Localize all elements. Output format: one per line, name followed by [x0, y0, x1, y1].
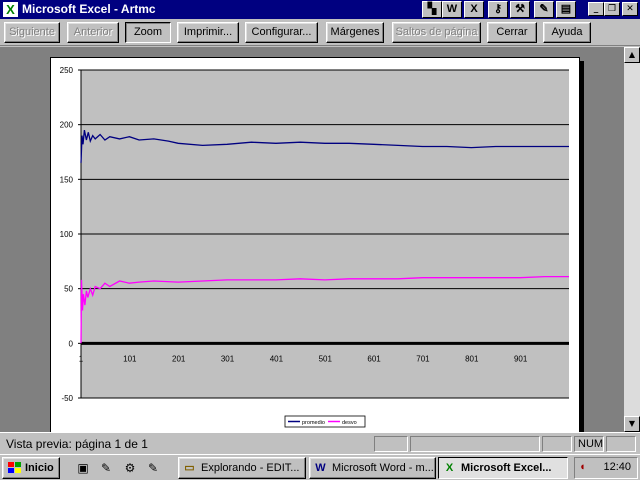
- x-tick-label: 601: [367, 354, 381, 363]
- toolbar-button-zoom[interactable]: Zoom: [125, 22, 171, 43]
- y-tick-label: 200: [60, 121, 74, 130]
- scroll-down-arrow-icon[interactable]: ▼: [624, 416, 640, 432]
- toolbar-button-imprimir[interactable]: Imprimir...: [177, 22, 239, 43]
- desktop-icon[interactable]: ▣: [74, 459, 92, 477]
- x-tick-label: 201: [172, 354, 186, 363]
- start-label: Inicio: [25, 462, 54, 474]
- x-tick-label: 1: [79, 354, 84, 363]
- x-tick-label: 501: [319, 354, 333, 363]
- key-icon[interactable]: ⚷: [488, 1, 508, 18]
- taskbar: Inicio ◖ 12:40 ▣ ✎ ⚙ ✎ ▭ Explorando - EDIT...…: [0, 454, 640, 480]
- start-button[interactable]: Inicio: [2, 457, 60, 479]
- wrench-icon[interactable]: ✎: [144, 459, 162, 477]
- preview-page[interactable]: -50 0 50 100 150 200 250 1 101 201 301 401 501 601 701…: [50, 57, 580, 477]
- x-tick-label: 401: [270, 354, 284, 363]
- word-w-icon: W: [315, 462, 326, 474]
- x-tick-label: 701: [416, 354, 430, 363]
- pencil-icon[interactable]: ✎: [534, 1, 554, 18]
- num-lock-indicator: NUM: [574, 436, 604, 452]
- excel-x-icon[interactable]: X: [3, 2, 18, 17]
- status-panel: [542, 436, 572, 452]
- restore-button[interactable]: ❐: [604, 2, 620, 16]
- y-tick-label: -50: [61, 394, 73, 403]
- toolbar-button-cerrar[interactable]: Cerrar: [487, 22, 537, 43]
- clock[interactable]: 12:40: [603, 461, 631, 473]
- toolbar-button-anterior[interactable]: Anterior: [67, 22, 119, 43]
- title-bar[interactable]: X Microsoft Excel - Artmc ▚ W X ⚷ ⚒ ✎ ▤ _ ❐ ✕: [0, 0, 640, 19]
- toolbar-button-configurar[interactable]: Configurar...: [245, 22, 318, 43]
- legend-label: promedio: [302, 420, 325, 426]
- tool-icon[interactable]: ⚒: [510, 1, 530, 18]
- y-tick-label: 0: [69, 339, 74, 348]
- windows-logo-icon: [8, 462, 21, 473]
- taskbar-button-2[interactable]: W Microsoft Word - m...: [309, 457, 436, 479]
- taskbar-button-label: Explorando - EDIT...: [201, 462, 300, 474]
- pdf-icon[interactable]: ▤: [556, 1, 576, 18]
- y-tick-label: 100: [60, 230, 74, 239]
- status-panel: [374, 436, 408, 452]
- window-title: Microsoft Excel - Artmc: [22, 2, 156, 16]
- minimize-button[interactable]: _: [588, 2, 604, 16]
- close-button[interactable]: ✕: [622, 2, 638, 16]
- x-tick-label: 801: [465, 354, 479, 363]
- print-preview-toolbar: Siguiente Anterior Zoom Imprimir... Configur…: [0, 19, 640, 46]
- system-tray: ◖ 12:40: [574, 457, 638, 479]
- speaker-icon[interactable]: ◖: [579, 461, 586, 473]
- x-tick-label: 901: [514, 354, 528, 363]
- outlook-icon[interactable]: ✎: [97, 459, 115, 477]
- tool-icon[interactable]: ⚙: [121, 459, 139, 477]
- taskbar-button-1[interactable]: ▭ Explorando - EDIT...: [178, 457, 306, 479]
- status-bar: Vista previa: página 1 de 1 NUM: [0, 432, 640, 454]
- y-tick-label: 250: [60, 66, 74, 75]
- y-tick-label: 50: [64, 285, 73, 294]
- color-icon[interactable]: ▚: [422, 1, 442, 18]
- x-tick-label: 301: [221, 354, 235, 363]
- vertical-scrollbar[interactable]: ▲ ▼: [624, 47, 640, 432]
- taskbar-button-label: Microsoft Excel...: [461, 462, 552, 474]
- folder-icon: ▭: [184, 462, 195, 474]
- line-chart: -50 0 50 100 150 200 250 1 101 201 301 401 501 601 701…: [60, 66, 569, 428]
- status-text: Vista previa: página 1 de 1: [6, 437, 148, 451]
- excel-x-icon[interactable]: X: [464, 1, 484, 18]
- toolbar-button-saltos-de-página[interactable]: Saltos de página: [392, 22, 481, 43]
- toolbar-button-ayuda[interactable]: Ayuda: [543, 22, 591, 43]
- x-tick-label: 101: [123, 354, 137, 363]
- y-tick-label: 150: [60, 175, 74, 184]
- legend-label: desvo: [342, 420, 357, 426]
- print-preview-area: -50 0 50 100 150 200 250 1 101 201 301 401 501 601 701…: [0, 47, 624, 477]
- status-panel: [606, 436, 636, 452]
- status-panel: [410, 436, 540, 452]
- toolbar-button-márgenes[interactable]: Márgenes: [326, 22, 384, 43]
- excel-x-icon: X: [445, 462, 454, 474]
- word-w-icon[interactable]: W: [442, 1, 462, 18]
- taskbar-button-label: Microsoft Word - m...: [332, 462, 434, 474]
- toolbar-button-siguiente[interactable]: Siguiente: [4, 22, 60, 43]
- scroll-up-arrow-icon[interactable]: ▲: [624, 47, 640, 63]
- taskbar-button-3[interactable]: X Microsoft Excel...: [438, 457, 568, 479]
